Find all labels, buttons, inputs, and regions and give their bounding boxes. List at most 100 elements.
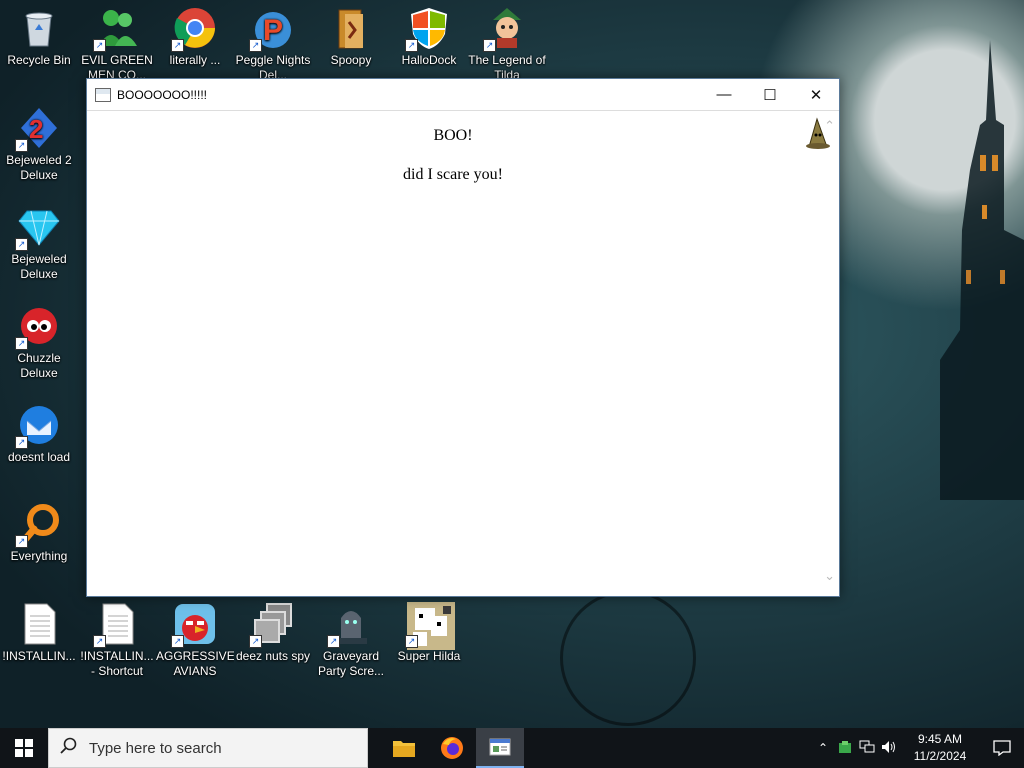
shortcut-arrow-icon: ↗ — [405, 39, 418, 52]
shortcut-arrow-icon: ↗ — [93, 635, 106, 648]
taskbar-search-box[interactable]: Type here to search — [48, 728, 368, 768]
graveyard-icon: ↗ — [327, 602, 373, 648]
svg-text:2: 2 — [29, 114, 43, 144]
green-men-icon: ↗ — [93, 6, 139, 52]
search-icon — [49, 737, 89, 760]
peggle-icon: P ↗ — [249, 6, 295, 52]
window-title: BOOOOOOO!!!!! — [117, 87, 208, 102]
notification-icon — [993, 740, 1011, 756]
taskbar-boo-app[interactable] — [476, 728, 524, 768]
firefox-icon — [441, 737, 463, 759]
shortcut-arrow-icon: ↗ — [15, 139, 28, 152]
shortcut-arrow-icon: ↗ — [327, 635, 340, 648]
security-app-icon[interactable] — [834, 740, 856, 757]
desktop-icon-label: Spoopy — [330, 53, 372, 67]
desktop-icon-doesnt-load[interactable]: ↗ doesnt load — [0, 403, 78, 465]
desktop-icon-evil-green-men[interactable]: ↗ EVIL GREEN MEN CO... — [78, 6, 156, 83]
desktop-icon-label: Recycle Bin — [7, 53, 71, 67]
scare-message: did I scare you! — [403, 166, 503, 183]
bejeweled2-icon: 2 ↗ — [15, 106, 61, 152]
folder-icon — [393, 741, 415, 757]
desktop-icon-label: deez nuts spy — [235, 649, 311, 663]
shortcut-arrow-icon: ↗ — [15, 535, 28, 548]
desktop-icon-recycle-bin[interactable]: Recycle Bin — [0, 6, 78, 68]
desktop-icon-deez-nuts-spy[interactable]: ↗ deez nuts spy — [234, 602, 312, 664]
desktop-icon-label: literally ... — [169, 53, 221, 67]
clock-time: 9:45 AM — [917, 732, 963, 746]
clock-date: 11/2/2024 — [913, 749, 967, 763]
taskbar-clock[interactable]: 9:45 AM 11/2/2024 — [900, 731, 980, 765]
legend-icon: ↗ — [483, 6, 529, 52]
boo-window[interactable]: BOOOOOOO!!!!! — ☐ ✕ BOO! did I scare you… — [86, 78, 840, 597]
notification-button[interactable] — [980, 728, 1024, 768]
app-window-icon — [489, 738, 511, 756]
shortcut-arrow-icon: ↗ — [15, 436, 28, 449]
taskbar-firefox[interactable] — [428, 728, 476, 768]
desktop-icon-label: Everything — [10, 549, 68, 563]
shortcut-arrow-icon: ↗ — [249, 39, 262, 52]
pixel-dog-icon: ↗ — [405, 602, 455, 650]
network-icon[interactable] — [856, 740, 878, 757]
desktop-icon-label: AGGRESSIVE AVIANS — [156, 649, 234, 678]
system-tray: ⌃ 9:45 AM 11/2/2024 — [812, 728, 1024, 768]
shortcut-arrow-icon: ↗ — [249, 635, 262, 648]
chevron-up-icon[interactable]: ⌃ — [812, 741, 834, 755]
shortcut-arrow-icon: ↗ — [93, 39, 106, 52]
desktop-icon-installing-shortcut[interactable]: ↗ !INSTALLIN... - Shortcut — [78, 602, 156, 679]
chrome-icon: ↗ — [171, 6, 217, 52]
text-file-icon — [17, 602, 61, 646]
desktop-icon-label: doesnt load — [7, 450, 71, 464]
desktop-icon-label: Bejeweled Deluxe — [11, 252, 67, 281]
recycle-bin-icon — [17, 6, 61, 50]
app-window-icon — [95, 87, 111, 102]
desktop-icon-hallodock[interactable]: ↗ HalloDock — [390, 6, 468, 68]
desktop-icon-legend[interactable]: ↗ The Legend of Tilda — [468, 6, 546, 83]
volume-icon[interactable] — [878, 740, 900, 757]
boo-heading: BOO! — [433, 127, 473, 144]
shortcut-arrow-icon: ↗ — [483, 39, 496, 52]
desktop-icon-chuzzle[interactable]: ↗ Chuzzle Deluxe — [0, 304, 78, 381]
castle-silhouette — [940, 40, 1024, 500]
svg-text:P: P — [263, 14, 283, 47]
taskbar: Type here to search ⌃ 9:45 AM 11/2/2024 — [0, 728, 1024, 768]
desktop-icon-label: Super Hilda — [397, 649, 461, 663]
desktop-icon-peggle[interactable]: P ↗ Peggle Nights Del... — [234, 6, 312, 83]
minimize-button[interactable]: — — [701, 79, 747, 110]
thunderbird-icon: ↗ — [15, 403, 61, 449]
desktop-icon-label: Bejeweled 2 Deluxe — [6, 153, 72, 182]
desktop-icon-label: Graveyard Party Scre... — [317, 649, 385, 678]
scroll-down-arrow[interactable]: ⌄ — [824, 569, 835, 584]
desktop-icon-label: Chuzzle Deluxe — [17, 351, 61, 380]
scroll-up-arrow[interactable]: ⌃ — [824, 119, 835, 134]
desktop-icon-super-hilda[interactable]: ↗ Super Hilda — [390, 602, 468, 664]
desktop-icon-label: !INSTALLIN... — [2, 649, 76, 663]
chuzzle-icon: ↗ — [15, 304, 61, 350]
window-stack-icon: ↗ — [249, 602, 295, 648]
desktop-icon-installing-txt[interactable]: !INSTALLIN... — [0, 602, 78, 664]
start-button[interactable] — [0, 728, 48, 768]
desktop-icon-label: !INSTALLIN... - Shortcut — [80, 649, 154, 678]
spoopy-icon — [329, 6, 373, 50]
shortcut-arrow-icon: ↗ — [171, 635, 184, 648]
angry-bird-icon: ↗ — [171, 602, 217, 648]
desktop-icon-aggressive-avians[interactable]: ↗ AGGRESSIVE AVIANS — [156, 602, 234, 679]
shortcut-arrow-icon: ↗ — [171, 39, 184, 52]
shortcut-arrow-icon: ↗ — [15, 238, 28, 251]
windows-shield-icon: ↗ — [405, 6, 451, 52]
desktop-icon-everything[interactable]: ↗ Everything — [0, 502, 78, 564]
desktop-icon-bejeweled[interactable]: ↗ Bejeweled Deluxe — [0, 205, 78, 282]
search-placeholder: Type here to search — [89, 739, 222, 757]
desktop-icon-chrome[interactable]: ↗ literally ... — [156, 6, 234, 68]
desktop-icon-bejeweled-2[interactable]: 2 ↗ Bejeweled 2 Deluxe — [0, 106, 78, 183]
maximize-button[interactable]: ☐ — [747, 79, 793, 110]
desktop-icon-label: HalloDock — [401, 53, 457, 67]
windows-logo-icon — [15, 739, 33, 757]
text-file-icon: ↗ — [93, 602, 139, 648]
cart-wheel-decoration — [560, 590, 696, 726]
desktop-icon-graveyard[interactable]: ↗ Graveyard Party Scre... — [312, 602, 390, 679]
everything-icon: ↗ — [15, 502, 61, 548]
close-button[interactable]: ✕ — [793, 79, 839, 110]
desktop-icon-spoopy[interactable]: Spoopy — [312, 6, 390, 68]
taskbar-file-explorer[interactable] — [380, 728, 428, 768]
window-titlebar[interactable]: BOOOOOOO!!!!! — ☐ ✕ — [87, 79, 839, 111]
